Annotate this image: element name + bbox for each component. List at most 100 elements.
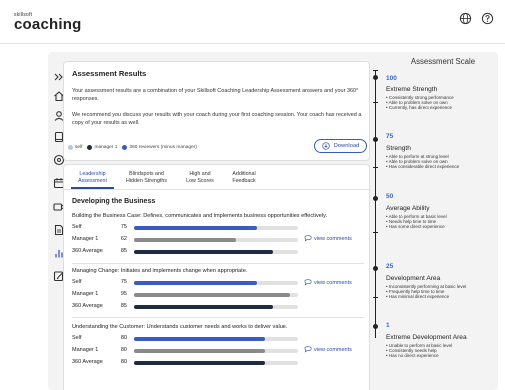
row-value: 75	[120, 224, 127, 230]
scale-tick	[373, 70, 378, 71]
tab-divider	[64, 189, 369, 190]
comment-icon	[304, 235, 312, 242]
scale-marker	[373, 266, 378, 271]
score-bar-360	[134, 305, 274, 309]
row-label: 360 Average	[72, 248, 103, 254]
scale-level-name: Development Area	[386, 275, 441, 282]
scale-level-number: 50	[386, 193, 394, 200]
score-bar-track	[134, 281, 298, 285]
score-bar-360	[134, 250, 274, 254]
scale-level-number: 25	[386, 263, 394, 270]
comment-icon	[304, 346, 312, 353]
legend-label: self	[75, 144, 83, 150]
row-value: 80	[120, 335, 127, 341]
legend-dot-self	[68, 144, 73, 150]
row-label: 360 Average	[72, 359, 103, 365]
tab-label-line2: Hidden Strengths	[126, 177, 167, 184]
scale-level-number: 100	[386, 75, 397, 82]
download-button[interactable]: Download	[314, 139, 367, 153]
view-comments-link[interactable]: view comments	[304, 346, 352, 353]
legend-dot-reviewers	[122, 144, 128, 150]
scale-marker	[373, 137, 378, 142]
results-paragraph-2: We recommend you discuss your results wi…	[72, 112, 362, 126]
legend-item-self: self	[68, 144, 83, 150]
legend-dot-manager	[87, 144, 93, 150]
scale-level-number: 75	[386, 133, 394, 140]
score-bar-track	[134, 226, 298, 230]
tab-label-line2: Feedback	[232, 177, 256, 184]
view-comments-label: view comments	[314, 279, 352, 286]
competency-title: Understanding the Customer: Understands …	[72, 324, 288, 330]
row-value: 80	[120, 359, 127, 365]
scale-tick	[373, 297, 378, 298]
scale-bullet: • Has minimal direct experience	[386, 294, 450, 300]
row-label: Self	[72, 224, 82, 230]
top-bar: skillsoft coaching	[0, 0, 505, 44]
tab-label-line2: Assessment	[78, 177, 107, 184]
scale-marker	[373, 75, 378, 80]
row-label: Manager 1	[72, 291, 99, 297]
scale-level-name: Strength	[386, 145, 411, 152]
results-legend: self manager 1 360 reviewers (minus mana…	[68, 143, 202, 151]
score-bar-manager	[134, 238, 236, 242]
score-bar-track	[134, 337, 298, 341]
download-icon	[321, 142, 330, 150]
score-bar-track	[134, 349, 298, 353]
assessment-scale-title: Assessment Scale	[410, 57, 476, 66]
row-value: 85	[120, 303, 127, 309]
tab-additional-feedback[interactable]: Additional Feedback	[224, 171, 264, 184]
globe-icon[interactable]	[459, 12, 472, 25]
logo-big-text: coaching	[14, 16, 82, 33]
score-bar-360	[134, 361, 266, 365]
view-comments-link[interactable]: view comments	[304, 279, 352, 286]
section-title: Developing the Business	[72, 198, 156, 205]
scale-bullet: • Has some direct experience	[386, 224, 445, 230]
score-bar-manager	[134, 293, 290, 297]
scale-bullet: • Has no direct experience	[386, 353, 439, 359]
score-bar-manager	[134, 349, 266, 353]
view-comments-label: view comments	[314, 346, 352, 353]
score-bar-self	[134, 226, 257, 230]
scale-level-bullets: • Able to perform at strong level • Able…	[386, 154, 459, 170]
legend-label: 360 reviewers (minus manager)	[129, 144, 197, 150]
competency-title: Managing Change: Initiates and implement…	[72, 268, 248, 274]
scale-level-bullets: • Unable to perform at basic level • Con…	[386, 343, 452, 359]
leadership-assessment-panel: Leadership Assessment Blindspots and Hid…	[63, 164, 370, 390]
score-bar-track	[134, 361, 298, 365]
row-value: 85	[120, 248, 127, 254]
scale-marker	[373, 324, 378, 329]
scale-bullet: • Has considerable direct experience	[386, 164, 460, 170]
legend-item-manager: manager 1	[87, 144, 117, 150]
tab-label-line2: Low Scores	[186, 177, 214, 184]
scale-tick	[373, 167, 378, 168]
competency-divider	[72, 317, 364, 318]
tab-leadership-assessment[interactable]: Leadership Assessment	[71, 171, 114, 184]
score-bar-track	[134, 305, 298, 309]
scale-level-name: Average Ability	[386, 205, 430, 212]
row-value: 95	[120, 291, 127, 297]
row-label: 360 Average	[72, 303, 103, 309]
skillsoft-coaching-logo[interactable]: skillsoft coaching	[14, 12, 81, 32]
view-comments-link[interactable]: view comments	[304, 235, 352, 242]
tab-blindspots[interactable]: Blindspots and Hidden Strengths	[119, 171, 174, 184]
score-bar-self	[134, 337, 266, 341]
row-label: Manager 1	[72, 236, 99, 242]
row-label: Self	[72, 279, 82, 285]
scale-bullet: • Currently, has direct experience	[386, 105, 453, 111]
score-bar-track	[134, 238, 298, 242]
results-paragraph-1: Your assessment results are a combinatio…	[72, 88, 359, 102]
row-value: 75	[120, 279, 127, 285]
tab-high-low-scores[interactable]: High and Low Scores	[179, 171, 221, 184]
scale-level-number: 1	[386, 322, 390, 329]
competency-title: Building the Business Case: Defines, com…	[72, 213, 328, 219]
row-label: Manager 1	[72, 347, 99, 353]
download-label: Download	[333, 143, 360, 149]
scale-level-name: Extreme Strength	[386, 86, 438, 93]
scale-level-name: Extreme Development Area	[386, 334, 467, 341]
row-label: Self	[72, 335, 82, 341]
score-bar-track	[134, 293, 298, 297]
help-icon[interactable]	[481, 12, 494, 25]
row-value: 80	[120, 347, 127, 353]
score-bar-self	[134, 281, 257, 285]
legend-item-reviewers: 360 reviewers (minus manager)	[122, 144, 197, 150]
